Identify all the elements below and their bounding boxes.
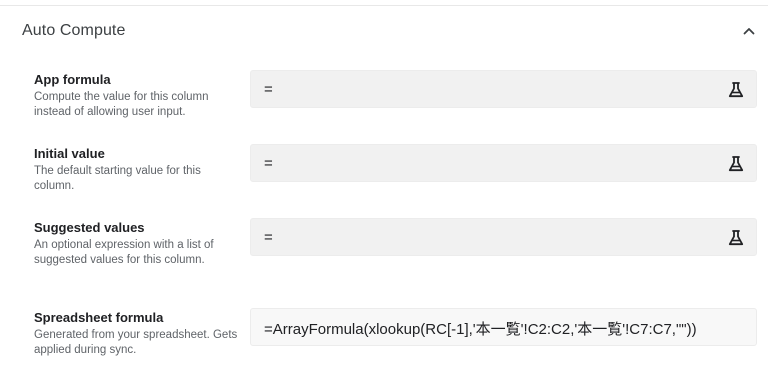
- suggested-values-value: =: [264, 229, 273, 246]
- initial-value-label: Initial value The default starting value…: [34, 146, 244, 194]
- field-description: The default starting value for this colu…: [34, 165, 201, 192]
- field-title: Initial value: [34, 146, 105, 161]
- field-description: An optional expression with a list of su…: [34, 239, 214, 266]
- field-title: Spreadsheet formula: [34, 310, 164, 325]
- auto-compute-panel: Auto Compute App formula Compute the val…: [0, 0, 768, 386]
- section-header[interactable]: Auto Compute: [0, 6, 768, 58]
- field-title: Suggested values: [34, 220, 145, 235]
- suggested-values-input[interactable]: =: [250, 218, 757, 256]
- app-formula-label: App formula Compute the value for this c…: [34, 72, 244, 120]
- flask-icon[interactable]: [726, 80, 746, 100]
- section-title: Auto Compute: [22, 22, 126, 39]
- flask-icon[interactable]: [726, 154, 746, 174]
- field-title: App formula: [34, 72, 111, 87]
- spreadsheet-formula-display: =ArrayFormula(xlookup(RC[-1],'本一覧'!C2:C2…: [250, 308, 757, 346]
- initial-value-input[interactable]: =: [250, 144, 757, 182]
- initial-value-value: =: [264, 155, 273, 172]
- field-description: Compute the value for this column instea…: [34, 91, 209, 118]
- suggested-values-label: Suggested values An optional expression …: [34, 220, 244, 268]
- field-description: Generated from your spreadsheet. Gets ap…: [34, 329, 238, 356]
- app-formula-value: =: [264, 81, 273, 98]
- spreadsheet-formula-label: Spreadsheet formula Generated from your …: [34, 310, 244, 358]
- spreadsheet-formula-value: =ArrayFormula(xlookup(RC[-1],'本一覧'!C2:C2…: [264, 321, 697, 338]
- flask-icon[interactable]: [726, 228, 746, 248]
- app-formula-input[interactable]: =: [250, 70, 757, 108]
- chevron-up-icon[interactable]: [738, 20, 760, 42]
